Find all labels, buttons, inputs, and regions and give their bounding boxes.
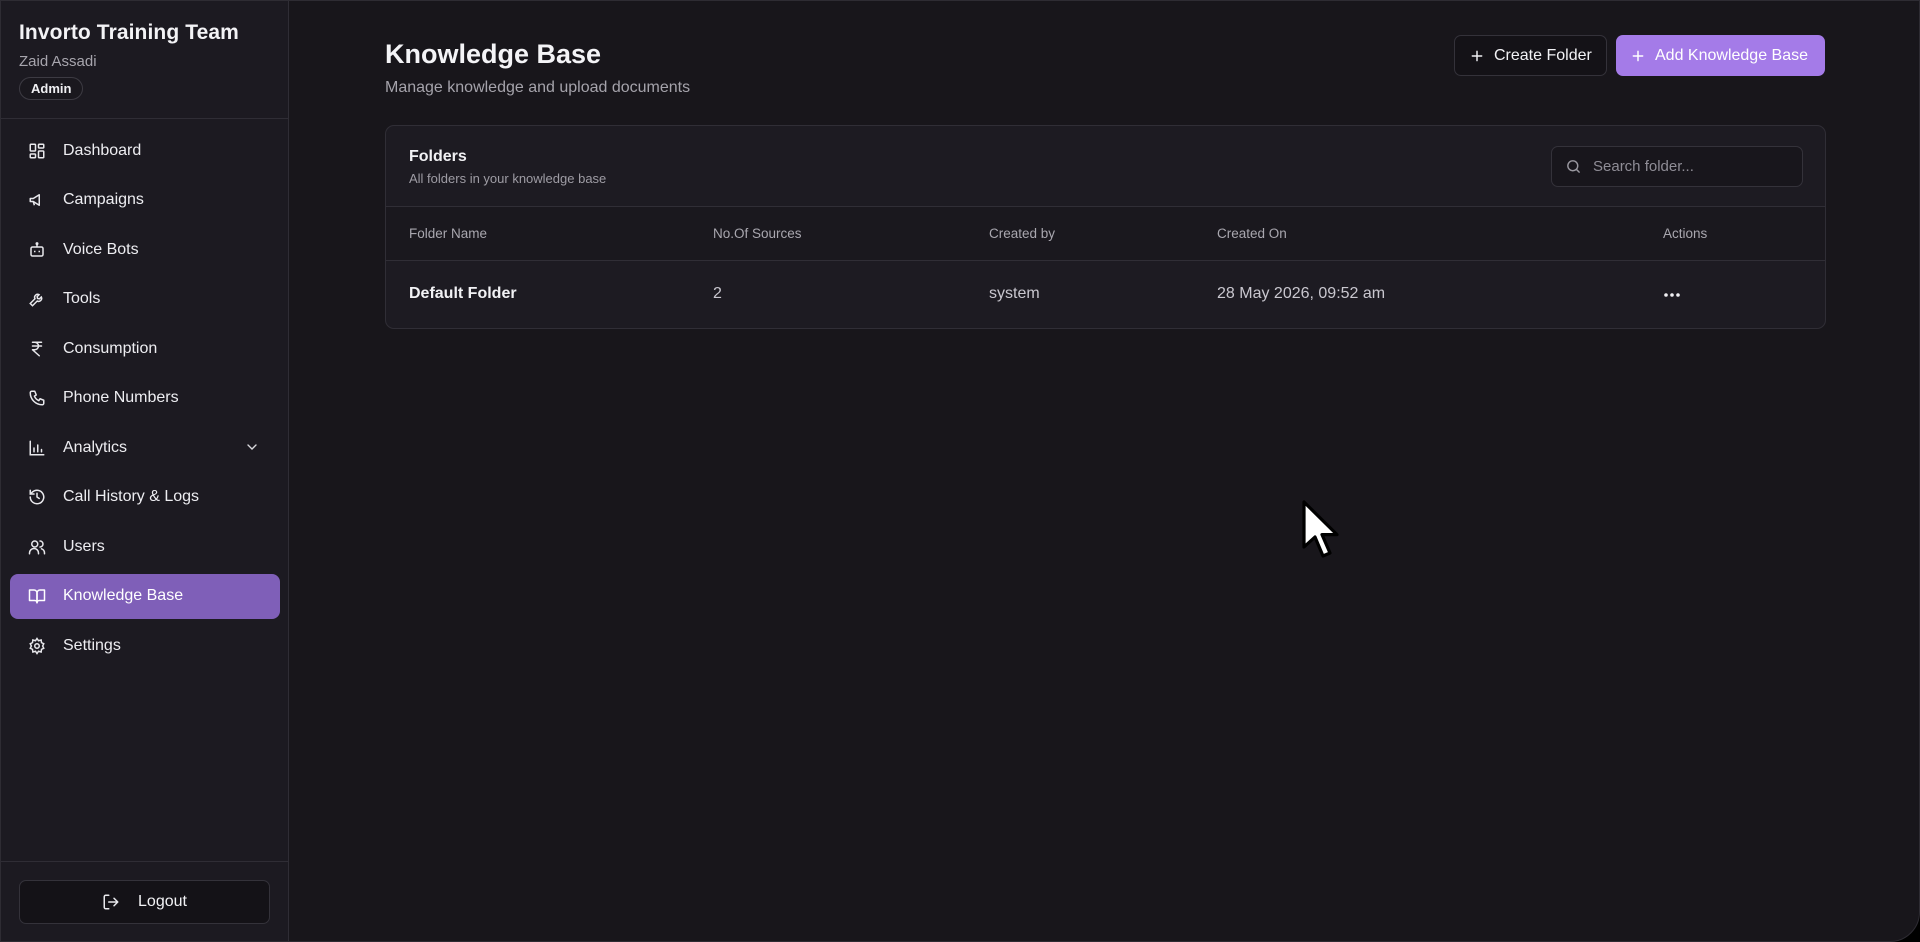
create-folder-label: Create Folder [1494, 46, 1592, 64]
app-window: Invorto Training Team Zaid Assadi Admin … [0, 0, 1920, 942]
folders-card: Folders All folders in your knowledge ba… [385, 125, 1826, 329]
folders-card-title: Folders [409, 148, 467, 165]
sidebar-item-label: Campaigns [63, 191, 144, 208]
phone-icon [28, 389, 46, 407]
sidebar-item-consumption[interactable]: Consumption [10, 326, 280, 371]
table-row[interactable]: Default Folder 2 system 28 May 2026, 09:… [386, 261, 1825, 328]
chevron-down-icon[interactable] [244, 439, 260, 455]
users-icon [28, 538, 46, 556]
column-header-folder-name[interactable]: Folder Name [409, 226, 487, 241]
created-on-cell: 28 May 2026, 09:52 am [1217, 285, 1386, 302]
book-icon [28, 587, 46, 605]
sidebar-item-call-history[interactable]: Call History & Logs [10, 475, 280, 520]
bar-chart-icon [28, 439, 46, 457]
add-knowledge-base-button[interactable]: Add Knowledge Base [1616, 35, 1825, 76]
megaphone-icon [28, 191, 46, 209]
sidebar-nav: Dashboard Campaigns Voice Bots Tools Con… [10, 128, 280, 673]
sidebar-item-voice-bots[interactable]: Voice Bots [10, 227, 280, 272]
folder-name-cell[interactable]: Default Folder [409, 285, 517, 303]
sidebar-item-phone-numbers[interactable]: Phone Numbers [10, 376, 280, 421]
search-folder-input[interactable] [1593, 158, 1793, 175]
create-folder-button[interactable]: Create Folder [1454, 35, 1607, 76]
column-header-created-on[interactable]: Created On [1217, 226, 1287, 241]
rupee-icon [28, 340, 46, 358]
sidebar-item-label: Users [63, 537, 105, 555]
column-header-sources[interactable]: No.Of Sources [713, 226, 802, 241]
folders-card-subtitle: All folders in your knowledge base [409, 171, 607, 186]
sidebar: Invorto Training Team Zaid Assadi Admin … [1, 1, 289, 941]
team-name: Invorto Training Team [19, 21, 239, 44]
sidebar-item-label: Phone Numbers [63, 389, 179, 406]
table-header: Folder Name No.Of Sources Created by Cre… [386, 206, 1825, 261]
page-title: Knowledge Base [385, 39, 602, 69]
logout-icon [103, 894, 119, 910]
sidebar-item-settings[interactable]: Settings [10, 623, 280, 668]
plus-icon [1471, 50, 1483, 61]
sidebar-item-analytics[interactable]: Analytics [10, 425, 280, 470]
sidebar-item-label: Analytics [63, 438, 128, 456]
sidebar-divider [1, 118, 288, 119]
team-header: Invorto Training Team Zaid Assadi Admin [19, 21, 239, 100]
created-by-cell: system [989, 285, 1040, 302]
sidebar-item-label: Tools [63, 290, 101, 307]
logout-button[interactable]: Logout [19, 880, 270, 924]
sidebar-item-label: Call History & Logs [63, 488, 200, 505]
sidebar-item-tools[interactable]: Tools [10, 277, 280, 322]
mouse-cursor-icon [1302, 500, 1339, 558]
sidebar-item-label: Dashboard [63, 141, 142, 159]
gear-icon [28, 636, 46, 655]
sidebar-item-dashboard[interactable]: Dashboard [10, 128, 280, 173]
sidebar-item-users[interactable]: Users [10, 524, 280, 569]
sidebar-item-label: Settings [63, 636, 121, 654]
bot-icon [28, 241, 46, 259]
dashboard-icon [28, 142, 46, 160]
add-knowledge-base-label: Add Knowledge Base [1655, 46, 1808, 64]
wrench-icon [28, 290, 46, 308]
sidebar-item-knowledge-base[interactable]: Knowledge Base [10, 573, 280, 619]
more-actions-icon[interactable] [1660, 283, 1684, 307]
search-icon [1567, 160, 1580, 173]
sidebar-item-label: Consumption [63, 339, 158, 357]
page-subtitle: Manage knowledge and upload documents [385, 79, 691, 96]
logout-label: Logout [138, 893, 187, 910]
sources-count-cell: 2 [713, 285, 722, 302]
column-header-actions: Actions [1663, 226, 1708, 241]
plus-icon [1632, 50, 1644, 61]
role-badge: Admin [19, 77, 84, 100]
sidebar-bottom-divider [1, 861, 288, 862]
history-icon [28, 488, 46, 506]
user-name: Zaid Assadi [19, 53, 97, 70]
column-header-created-by[interactable]: Created by [989, 226, 1055, 241]
sidebar-item-label: Knowledge Base [63, 587, 184, 604]
search-folder-field[interactable] [1551, 146, 1803, 187]
sidebar-item-label: Voice Bots [63, 240, 139, 258]
sidebar-item-campaigns[interactable]: Campaigns [10, 178, 280, 223]
